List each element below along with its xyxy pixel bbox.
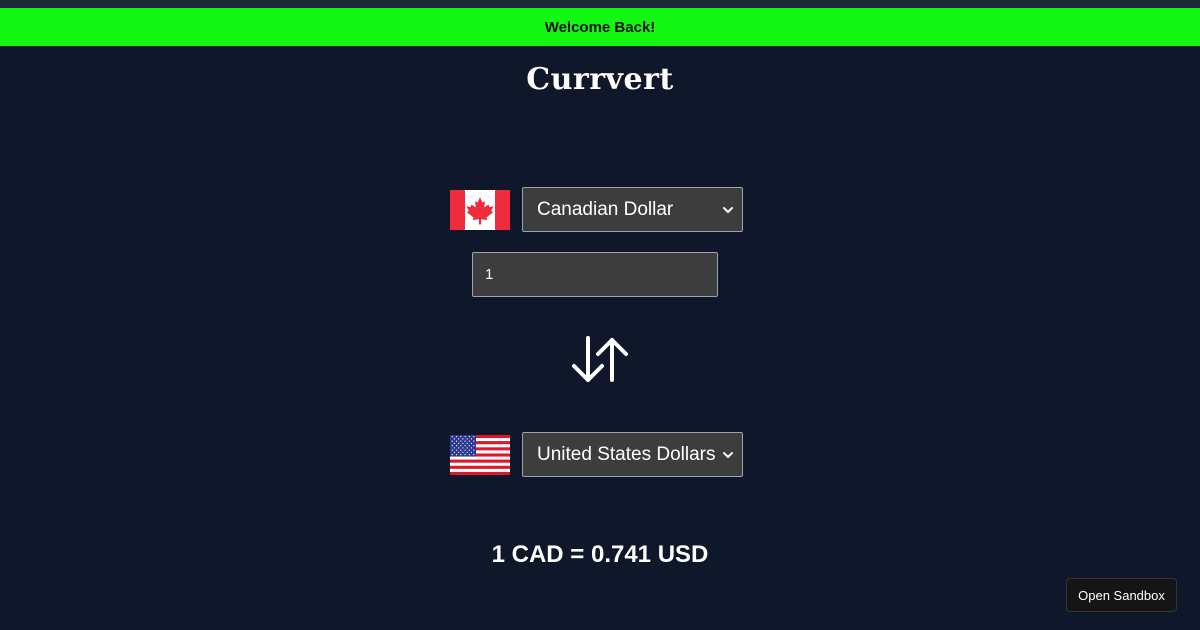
top-strip: [0, 0, 1200, 8]
amount-input[interactable]: 1: [472, 252, 718, 297]
welcome-banner: Welcome Back!: [0, 8, 1200, 46]
swap-arrows-icon: [572, 336, 628, 382]
from-currency-row: Canadian Dollar: [450, 187, 743, 232]
app-title: Currvert: [526, 62, 674, 97]
chevron-down-icon: [722, 204, 734, 216]
to-currency-value: United States Dollars: [537, 443, 716, 465]
from-currency-value: Canadian Dollar: [537, 198, 674, 220]
to-currency-select[interactable]: United States Dollars: [522, 432, 743, 477]
open-sandbox-label: Open Sandbox: [1078, 587, 1165, 603]
from-currency-select[interactable]: Canadian Dollar: [522, 187, 743, 232]
conversion-result: 1 CAD = 0.741 USD: [491, 541, 709, 568]
chevron-down-icon: [722, 449, 734, 461]
amount-input-value: 1: [485, 266, 494, 283]
to-currency-row: United States Dollars: [450, 432, 743, 477]
usa-flag-icon: [450, 434, 510, 475]
welcome-banner-text: Welcome Back!: [544, 18, 656, 36]
open-sandbox-button[interactable]: Open Sandbox: [1066, 578, 1177, 612]
swap-currencies-button[interactable]: [568, 334, 632, 386]
canada-flag-icon: [450, 189, 510, 230]
